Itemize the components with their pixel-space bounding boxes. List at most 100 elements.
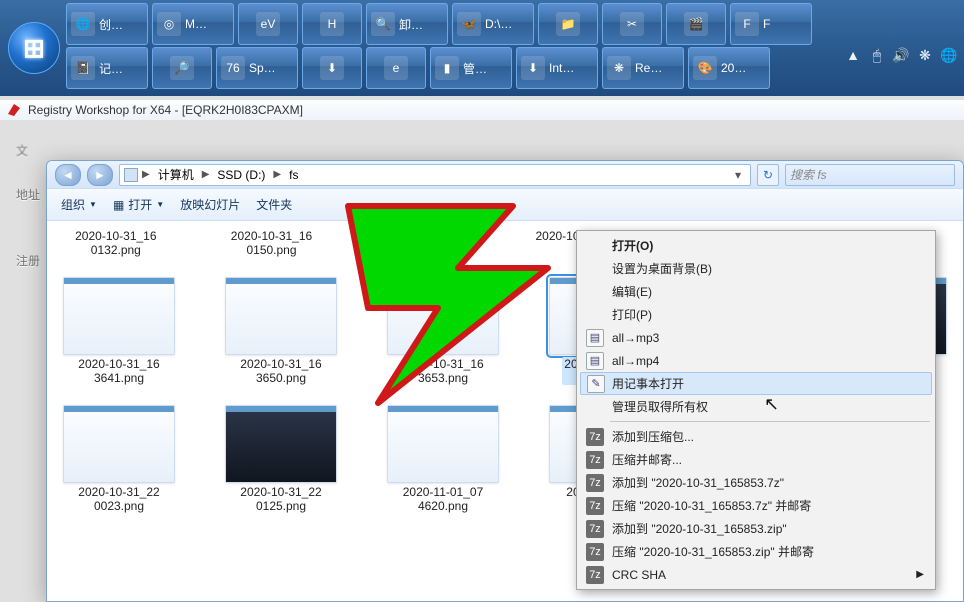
cmd-slideshow[interactable]: 放映幻灯片 xyxy=(180,196,240,213)
ctx-compress-mail[interactable]: 7z压缩并邮寄... xyxy=(580,448,932,471)
chevron-right-icon: ▶ xyxy=(202,169,210,180)
ctx-add-zip[interactable]: 7z添加到 "2020-10-31_165853.zip" xyxy=(580,517,932,540)
taskbar-button[interactable]: ⬇ Int… xyxy=(516,47,598,89)
7z-icon: 7z xyxy=(586,474,604,492)
taskbar-label: 记… xyxy=(99,60,123,77)
app-icon: ⬇ xyxy=(521,56,545,80)
taskbar-button[interactable]: 🎬 xyxy=(666,3,726,45)
taskbar-button[interactable]: 🦋D:\… xyxy=(452,3,534,45)
file-item[interactable]: 2020-10-31_220023.png xyxy=(55,405,183,513)
ctx-set-wallpaper[interactable]: 设置为桌面背景(B) xyxy=(580,257,932,280)
file-item[interactable]: 2020-10-31_163650.png xyxy=(217,277,345,385)
cmd-newfolder[interactable]: 文件夹 xyxy=(256,196,292,213)
taskbar-button[interactable]: FF xyxy=(730,3,812,45)
app-icon: 76 xyxy=(221,56,245,80)
taskbar-button[interactable]: 76Sp… xyxy=(216,47,298,89)
taskbar-button[interactable]: ▮管… xyxy=(430,47,512,89)
doc-icon: ▤ xyxy=(586,329,604,347)
7z-icon: 7z xyxy=(586,428,604,446)
file-name: 2020-10-31_220125.png xyxy=(240,485,321,513)
ctx-crc-sha[interactable]: 7zCRC SHA▶ xyxy=(580,563,932,586)
file-item[interactable]: 2020-10-31_220125.png xyxy=(217,405,345,513)
ctx-add-7z[interactable]: 7z添加到 "2020-10-31_165853.7z" xyxy=(580,471,932,494)
back-button[interactable]: ◄ xyxy=(55,164,81,186)
taskbar-button[interactable]: ✂ xyxy=(602,3,662,45)
taskbar: ⊞ 🌐创…◎M…eVH🔍卸…🦋D:\…📁✂🎬FF 📓记…🔎76Sp…⬇e▮管…⬇… xyxy=(0,0,964,96)
tray-icon[interactable]: ❋ xyxy=(916,46,934,64)
address-bar[interactable]: ▶ 计算机 ▶ SSD (D:) ▶ fs ▾ xyxy=(119,164,751,186)
thumbnail xyxy=(387,405,499,483)
refresh-button[interactable]: ↻ xyxy=(757,164,779,186)
app-icon: 🔎 xyxy=(170,56,194,80)
taskbar-row-1: 🌐创… ◎ M… eV H🔍卸…🦋D:\… 📁 ✂🎬FF xyxy=(66,2,834,46)
ctx-open-notepad[interactable]: ✎用记事本打开 xyxy=(580,372,932,395)
ctx-take-ownership[interactable]: 管理员取得所有权 xyxy=(580,395,932,418)
ctx-open[interactable]: 打开(O) xyxy=(580,234,932,257)
ctx-add-archive[interactable]: 7z添加到压缩包... xyxy=(580,425,932,448)
address-dropdown[interactable]: ▾ xyxy=(730,168,746,182)
taskbar-button[interactable]: ⬇ xyxy=(302,47,362,89)
open-icon: ▦ xyxy=(113,198,124,212)
taskbar-label: 20… xyxy=(721,61,746,75)
file-item[interactable]: 2020-10-31_160132.png xyxy=(55,229,177,257)
app-title-text: Registry Workshop for X64 - [EQRK2H0I83C… xyxy=(28,103,303,117)
app-icon: 📁 xyxy=(556,12,580,36)
taskbar-row-2: 📓记… 🔎 76Sp… ⬇ e▮管… ⬇ Int… ❋Re…🎨20… xyxy=(66,46,834,90)
ctx-mail-7z[interactable]: 7z压缩 "2020-10-31_165853.7z" 并邮寄 xyxy=(580,494,932,517)
ctx-mail-zip[interactable]: 7z压缩 "2020-10-31_165853.zip" 并邮寄 xyxy=(580,540,932,563)
chevron-down-icon: ▼ xyxy=(156,200,164,209)
ctx-edit[interactable]: 编辑(E) xyxy=(580,280,932,303)
chevron-right-icon: ▶ xyxy=(273,169,281,180)
taskbar-button[interactable]: e xyxy=(366,47,426,89)
taskbar-button[interactable]: 🌐创… xyxy=(66,3,148,45)
forward-button[interactable]: ► xyxy=(87,164,113,186)
app-icon: ◎ xyxy=(157,12,181,36)
thumbnail xyxy=(225,277,337,355)
taskbar-button[interactable]: 🔍卸… xyxy=(366,3,448,45)
ctx-all-mp4[interactable]: ▤all→mp4 xyxy=(580,349,932,372)
app-icon: eV xyxy=(256,12,280,36)
start-button[interactable]: ⊞ xyxy=(8,22,60,74)
bg-side-hint: 地址 xyxy=(16,186,40,203)
cursor-icon: ↖ xyxy=(764,394,779,415)
tray-icon[interactable]: 🔊 xyxy=(892,46,910,64)
7z-icon: 7z xyxy=(586,497,604,515)
thumbnail xyxy=(63,277,175,355)
taskbar-button[interactable]: 🔎 xyxy=(152,47,212,89)
app-icon xyxy=(6,102,22,118)
separator xyxy=(610,421,930,422)
tray-icon[interactable]: 🖱 xyxy=(868,46,886,64)
taskbar-label: Int… xyxy=(549,61,574,75)
taskbar-label: Re… xyxy=(635,61,662,75)
taskbar-button[interactable]: ❋Re… xyxy=(602,47,684,89)
app-title-bar: Registry Workshop for X64 - [EQRK2H0I83C… xyxy=(0,100,964,120)
thumbnail xyxy=(63,405,175,483)
tray-icon[interactable]: 🌐 xyxy=(940,46,958,64)
crumb-folder[interactable]: fs xyxy=(285,168,302,182)
tray: ▲ 🖱 🔊 ❋ 🌐 xyxy=(844,46,958,64)
app-icon: ⬇ xyxy=(320,56,344,80)
windows-logo-icon: ⊞ xyxy=(23,33,45,64)
taskbar-button[interactable]: H xyxy=(302,3,362,45)
ctx-all-mp3[interactable]: ▤all→mp3 xyxy=(580,326,932,349)
submenu-arrow-icon: ▶ xyxy=(916,569,924,580)
crumb-drive[interactable]: SSD (D:) xyxy=(213,168,269,182)
taskbar-button[interactable]: 📓记… xyxy=(66,47,148,89)
7z-icon: 7z xyxy=(586,543,604,561)
tray-icon[interactable]: ▲ xyxy=(844,46,862,64)
7z-icon: 7z xyxy=(586,566,604,584)
taskbar-button[interactable]: eV xyxy=(238,3,298,45)
file-item[interactable]: 2020-11-01_074620.png xyxy=(379,405,507,513)
cmd-organize[interactable]: 组织▼ xyxy=(61,196,97,213)
taskbar-label: M… xyxy=(185,17,207,31)
search-box[interactable]: 搜索 fs xyxy=(785,164,955,186)
ctx-print[interactable]: 打印(P) xyxy=(580,303,932,326)
taskbar-button[interactable]: ◎ M… xyxy=(152,3,234,45)
file-item[interactable]: 2020-10-31_163641.png xyxy=(55,277,183,385)
crumb-computer[interactable]: 计算机 xyxy=(154,166,198,183)
file-item[interactable]: 2020-10-31_160150.png xyxy=(211,229,333,257)
taskbar-button[interactable]: 📁 xyxy=(538,3,598,45)
taskbar-button[interactable]: 🎨20… xyxy=(688,47,770,89)
file-name: 2020-10-31_163650.png xyxy=(240,357,321,385)
cmd-open[interactable]: ▦打开▼ xyxy=(113,196,164,213)
